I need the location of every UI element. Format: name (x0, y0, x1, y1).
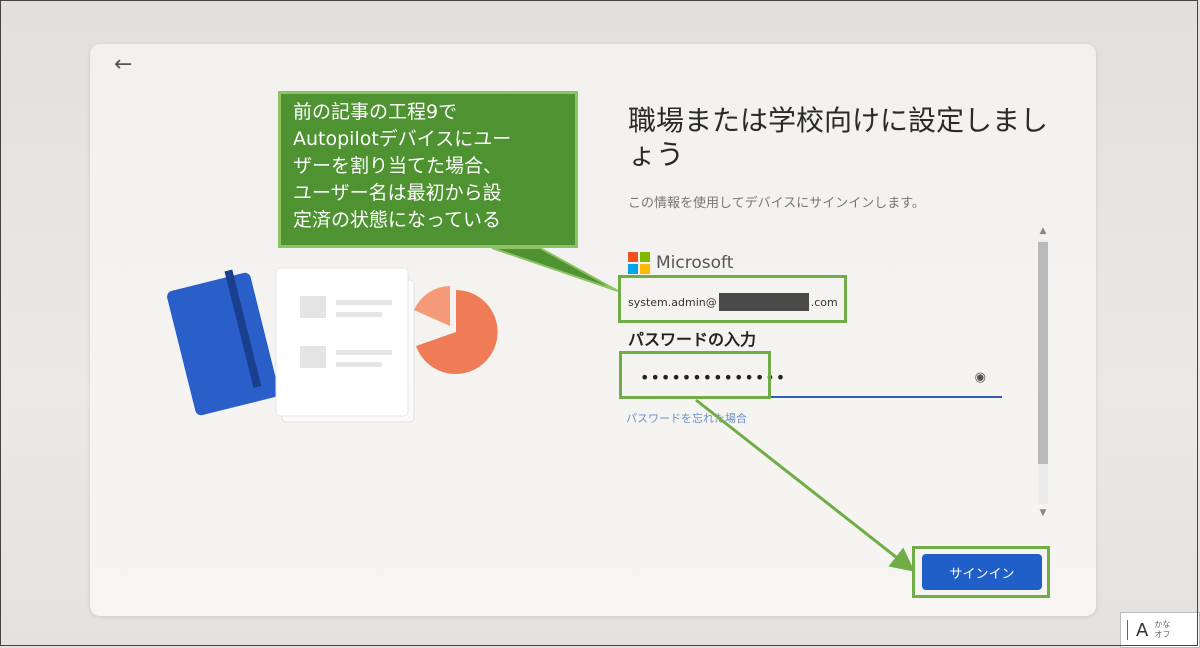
scrollbar[interactable]: ▲ ▼ (1036, 224, 1050, 520)
redaction-block (718, 293, 809, 311)
ime-status: かな オフ (1154, 620, 1170, 640)
password-label: パスワードの入力 (628, 330, 757, 349)
pie-chart-icon (414, 286, 498, 374)
microsoft-brand: Microsoft (628, 252, 733, 274)
page-title: 職場または学校向けに設定しまし ょう (628, 104, 1048, 172)
notebook-icon (167, 269, 279, 416)
signin-button[interactable]: サインイン (922, 554, 1042, 590)
ime-status-line2: オフ (1154, 630, 1171, 639)
scroll-up-icon[interactable]: ▲ (1036, 226, 1050, 236)
annotation-callout: 前の記事の工程9で Autopilotデバイスにユー ザーを割り当てた場合、 ユ… (278, 91, 578, 248)
username-display: system.admin@ .com (628, 293, 838, 311)
ime-indicator[interactable]: A かな オフ (1120, 612, 1200, 648)
callout-line: ユーザー名は最初から設 (293, 182, 502, 204)
illustration (167, 267, 498, 423)
username-suffix: .com (810, 295, 838, 309)
callout-line: 定済の状態になっている (293, 209, 502, 231)
username-prefix: system.admin@ (628, 295, 717, 309)
password-value: •••••••••••••• (640, 368, 787, 387)
back-arrow-icon[interactable]: ← (114, 52, 132, 77)
microsoft-logo-icon (628, 252, 650, 274)
forgot-password-link[interactable]: パスワードを忘れた場合 (626, 410, 747, 426)
password-input[interactable]: •••••••••••••• ◉ (626, 362, 1002, 398)
reveal-password-icon[interactable]: ◉ (975, 370, 986, 385)
microsoft-label: Microsoft (656, 253, 734, 273)
scrollbar-thumb[interactable] (1038, 242, 1048, 464)
callout-line: Autopilotデバイスにユー (293, 128, 512, 150)
ime-separator (1127, 620, 1128, 640)
callout-line: ザーを割り当てた場合、 (293, 155, 503, 177)
page-title-line2: ょう (628, 138, 685, 171)
ime-status-line1: かな (1154, 620, 1171, 629)
scroll-down-icon[interactable]: ▼ (1036, 508, 1050, 518)
callout-line: 前の記事の工程9で (293, 101, 458, 123)
ime-mode: A (1136, 619, 1149, 641)
document-icon (275, 267, 415, 423)
page-title-line1: 職場または学校向けに設定しまし (628, 104, 1049, 137)
page-subtitle: この情報を使用してデバイスにサインインします。 (628, 196, 925, 211)
